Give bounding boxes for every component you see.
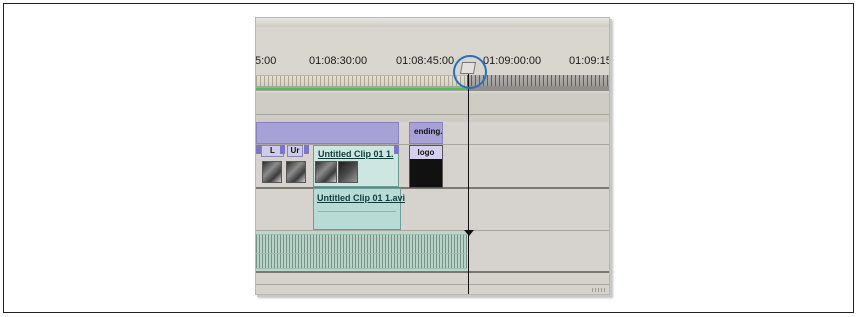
resize-grip[interactable] [592, 288, 606, 292]
playhead-highlight-circle [453, 55, 487, 89]
clip-edge-marker [394, 145, 399, 154]
audio-waveform [256, 234, 467, 254]
work-area-bar-right[interactable] [467, 86, 609, 91]
clip-thumbnail[interactable] [286, 161, 306, 183]
audio-clip-label: Untitled Clip 01 1.avi [317, 193, 406, 203]
clip-edge-marker [280, 145, 285, 154]
timeline-window: 5:00 01:08:30:00 01:08:45:00 01:09:00:00… [255, 17, 610, 295]
render-status-line [256, 88, 467, 90]
clip-small-b-label: Ur [290, 146, 300, 155]
timecode-label: 01:09:15 [569, 55, 610, 67]
track-divider [256, 271, 609, 273]
timecode-label: 5:00 [255, 55, 277, 67]
track-divider [256, 284, 609, 285]
ruler-ticks-unrendered[interactable] [467, 75, 609, 86]
video-transition-band[interactable] [256, 122, 399, 144]
logo-clip[interactable]: logo [409, 145, 443, 188]
video-clip-main-label: Untitled Clip 01 1. [318, 149, 394, 159]
clip-thumbnail[interactable] [338, 161, 358, 183]
playhead-line[interactable] [468, 74, 469, 294]
clip-edge-marker [256, 145, 261, 154]
timecode-label: 01:08:45:00 [396, 55, 455, 67]
timecode-label: 01:08:30:00 [309, 55, 368, 67]
logo-clip-label: logo [410, 146, 442, 159]
clip-small-b-header[interactable]: Ur [287, 145, 303, 157]
clip-small-a-label: L [270, 146, 275, 155]
timecode-label: 01:09:00:00 [483, 55, 542, 67]
ending-title-clip[interactable]: ending.j [409, 122, 443, 144]
clip-thumbnail[interactable] [315, 161, 337, 183]
clip-thumbnail[interactable] [262, 161, 282, 183]
audio-waveform [256, 253, 467, 269]
audio-waveform-line [318, 211, 396, 212]
ending-title-label: ending.j [414, 127, 443, 136]
track-empty-top[interactable] [256, 93, 609, 122]
audio-clip[interactable]: Untitled Clip 01 1.avi [313, 188, 405, 230]
track-divider [256, 114, 609, 115]
clip-edge-marker [304, 145, 309, 154]
playhead-marker [464, 230, 474, 236]
